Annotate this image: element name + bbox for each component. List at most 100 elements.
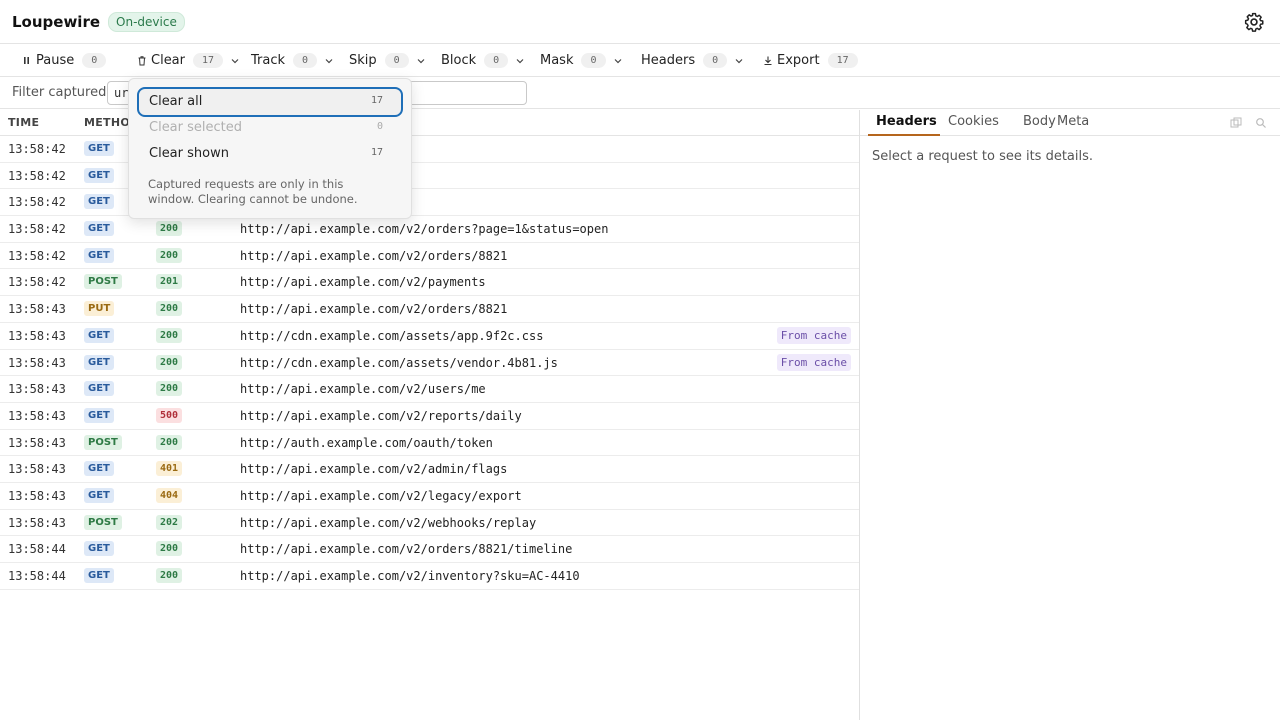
request-time: 13:58:42: [8, 168, 66, 183]
table-row[interactable]: 13:58:42 GET 200 http://api.example.com/v2/…: [0, 216, 859, 243]
request-url: http://api.example.com/v2/orders/8821: [240, 302, 508, 317]
toolbar-button-label: Skip: [349, 53, 377, 68]
status-badge: 500: [156, 407, 183, 423]
column-header-time[interactable]: TIME: [8, 116, 39, 129]
request-time: 13:58:43: [8, 408, 66, 423]
request-url: http://api.example.com/v2/legacy/export: [240, 488, 522, 503]
chevron-down-icon[interactable]: [416, 56, 426, 66]
menu-item-count: 0: [376, 121, 383, 132]
top-bar: Loupewire On-device: [0, 0, 1280, 44]
toolbar-button-label: Export: [777, 53, 820, 68]
table-row[interactable]: 13:58:44 GET 200 http://api.example.com/v2/…: [0, 536, 859, 563]
request-url: http://api.example.com/v2/inventory?sku=…: [240, 569, 580, 583]
toolbar-button-label: Pause: [36, 53, 75, 68]
table-row[interactable]: 13:58:43 GET 200 http://cdn.example.com/ass…: [0, 323, 859, 350]
clear-shown-item[interactable]: Clear shown 17: [137, 139, 403, 169]
method-badge: GET: [84, 247, 114, 263]
pause-button[interactable]: Pause 0: [22, 44, 107, 77]
status-badge: 200: [156, 381, 183, 397]
method-badge: POST: [84, 514, 122, 530]
request-time: 13:58:42: [8, 222, 66, 237]
toolbar-button-count: 0: [484, 53, 509, 68]
chevron-down-icon[interactable]: [324, 56, 334, 66]
table-row[interactable]: 13:58:42 GET 200 http://api.example.com/v2/…: [0, 243, 859, 270]
tab-body[interactable]: Body: [1023, 114, 1056, 129]
toolbar-button-label: Clear: [151, 53, 185, 68]
method-badge: GET: [84, 354, 114, 370]
menu-item-count: 17: [370, 147, 383, 158]
tab-cookies[interactable]: Cookies: [948, 114, 999, 129]
toolbar-button-count: 0: [384, 53, 409, 68]
export-button[interactable]: Export 17: [763, 44, 858, 77]
method-badge: GET: [84, 407, 114, 423]
request-time: 13:58:42: [8, 195, 66, 210]
request-url: http://cdn.example.com/assets/vendor.4b8…: [240, 355, 558, 370]
method-badge: GET: [84, 327, 114, 343]
table-row[interactable]: 13:58:43 GET 200 http://cdn.example.com/ass…: [0, 350, 859, 377]
request-url: http://api.example.com/v2/payments: [240, 275, 486, 290]
cache-badge: From cache: [776, 326, 851, 344]
toolbar-button-label: Track: [251, 53, 286, 68]
table-row[interactable]: 13:58:43 GET 200 http://api.example.com/v2/…: [0, 376, 859, 403]
status-badge: 200: [156, 247, 183, 263]
toolbar-button-count: 17: [827, 53, 858, 68]
toolbar-button-count: 0: [82, 53, 107, 68]
active-tab-indicator: [868, 134, 940, 136]
chevron-down-icon[interactable]: [613, 56, 623, 66]
table-row[interactable]: 13:58:44 GET 200 http://api.example.com/v2/…: [0, 563, 859, 590]
request-time: 13:58:44: [8, 542, 66, 557]
request-time: 13:58:44: [8, 569, 66, 583]
table-row[interactable]: 13:58:43 GET 401 http://api.example.com/v2/…: [0, 456, 859, 483]
request-url: http://api.example.com/v2/users/me: [240, 382, 486, 397]
tab-meta[interactable]: Meta: [1057, 114, 1089, 129]
request-time: 13:58:43: [8, 328, 66, 343]
chevron-down-icon[interactable]: [230, 56, 240, 66]
skip-button[interactable]: Skip 0: [349, 44, 426, 77]
status-badge: 201: [156, 274, 183, 290]
clear-menu-note: Captured requests are only in this windo…: [148, 177, 358, 206]
toolbar-button-count: 0: [293, 53, 318, 68]
request-time: 13:58:42: [8, 142, 66, 156]
method-badge: GET: [84, 221, 114, 237]
menu-item-label: Clear selected: [149, 120, 243, 135]
mask-button[interactable]: Mask 0: [540, 44, 623, 77]
headers-button[interactable]: Headers 0: [641, 44, 744, 77]
trash-icon: [138, 56, 146, 66]
gear-icon[interactable]: [1244, 12, 1264, 32]
cache-badge: From cache: [776, 353, 851, 371]
tab-headers[interactable]: Headers: [876, 114, 937, 129]
column-header-method[interactable]: METHO: [84, 116, 130, 129]
status-badge: 200: [156, 221, 183, 237]
chevron-down-icon[interactable]: [734, 56, 744, 66]
request-url: http://api.example.com/v2/admin/flags: [240, 462, 508, 477]
status-badge: 200: [156, 541, 183, 557]
status-badge: 401: [156, 461, 183, 477]
table-row[interactable]: 13:58:43 GET 500 http://api.example.com/v2/…: [0, 403, 859, 430]
status-badge: 200: [156, 434, 183, 450]
request-time: 13:58:42: [8, 248, 66, 263]
search-icon[interactable]: [1255, 117, 1267, 129]
clear-button[interactable]: Clear 17: [137, 44, 240, 77]
toolbar-button-label: Block: [441, 53, 477, 68]
table-row[interactable]: 13:58:43 POST 200 http://auth.example.com/o…: [0, 430, 859, 457]
request-time: 13:58:43: [8, 435, 66, 450]
table-row[interactable]: 13:58:43 GET 404 http://api.example.com/v2/…: [0, 483, 859, 510]
chevron-down-icon[interactable]: [515, 56, 525, 66]
toolbar-button-count: 0: [581, 53, 606, 68]
status-badge: 200: [156, 301, 183, 317]
method-badge: GET: [84, 194, 114, 210]
table-row[interactable]: 13:58:43 POST 202 http://api.example.com/v2…: [0, 510, 859, 537]
request-time: 13:58:43: [8, 515, 66, 530]
menu-item-label: Clear all: [149, 94, 203, 109]
status-badge: 404: [156, 487, 183, 503]
table-row[interactable]: 13:58:43 PUT 200 http://api.example.com/v2/…: [0, 296, 859, 323]
method-badge: GET: [84, 167, 114, 183]
request-time: 13:58:43: [8, 302, 66, 317]
table-row[interactable]: 13:58:42 POST 201 http://api.example.com/v2…: [0, 269, 859, 297]
app-title: Loupewire: [12, 12, 101, 31]
track-button[interactable]: Track 0: [251, 44, 334, 77]
block-button[interactable]: Block 0: [441, 44, 525, 77]
method-badge: POST: [84, 274, 122, 290]
clear-menu: Clear all 17 Clear selected 0 Clear show…: [128, 78, 412, 219]
copy-icon[interactable]: [1230, 117, 1242, 129]
